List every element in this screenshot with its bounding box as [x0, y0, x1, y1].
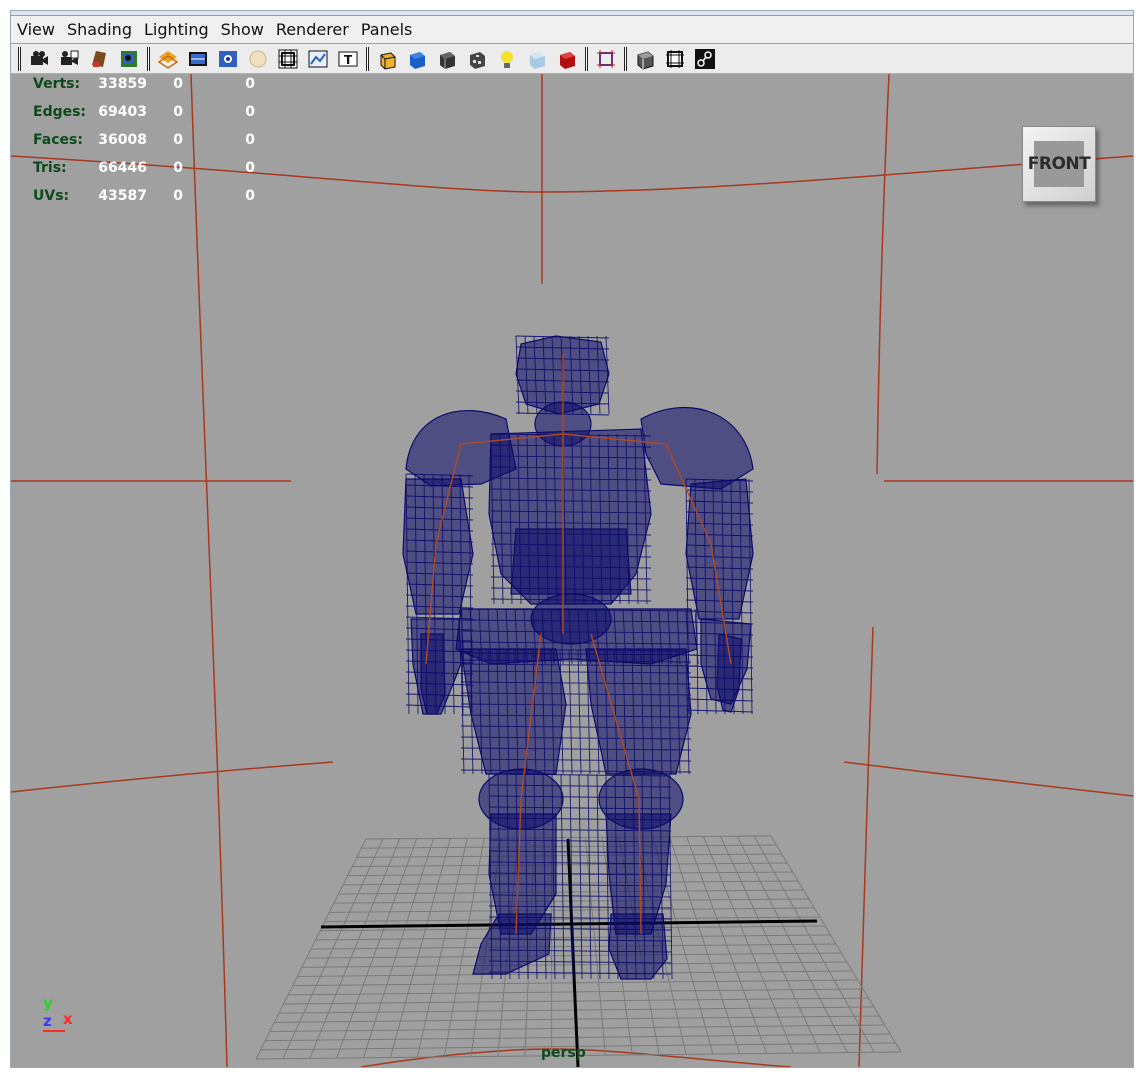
hud-value: 33859 — [98, 76, 147, 92]
wire-edge — [587, 773, 592, 980]
hud-value: 0 — [245, 188, 255, 204]
grid-axis-x — [320, 919, 818, 929]
hud-label: Faces: — [33, 132, 83, 148]
guide-line — [858, 626, 874, 1067]
toolbar-separator — [147, 46, 150, 71]
hud-value: 0 — [245, 104, 255, 120]
lock-camera-icon[interactable] — [56, 46, 82, 72]
axis-z-label: z — [43, 1012, 52, 1030]
shadows-icon[interactable] — [524, 46, 550, 72]
guide-line — [190, 74, 228, 1067]
toolbar-separator — [624, 46, 627, 71]
wire-edge — [577, 648, 582, 775]
view-cube-face-label[interactable]: FRONT — [1028, 141, 1091, 187]
menu-renderer[interactable]: Renderer — [270, 20, 355, 39]
hud-label: Verts: — [33, 76, 81, 92]
toolbar-separator — [585, 46, 588, 71]
hud-label: Edges: — [33, 104, 87, 120]
guide-line — [843, 761, 1133, 797]
use-all-lights-icon[interactable] — [494, 46, 520, 72]
toolbar-separator — [18, 46, 21, 71]
viewport-panel: View Shading Lighting Show Renderer Pane… — [10, 10, 1134, 1068]
hud-value: 0 — [173, 160, 183, 176]
perspective-viewport[interactable]: Verts: 33859 0 0 Edges: 69403 0 0 Faces:… — [11, 74, 1133, 1067]
hud-value: 0 — [173, 76, 183, 92]
scene-canvas — [11, 74, 1133, 1067]
xray-joints-icon[interactable] — [662, 46, 688, 72]
xray-icon[interactable] — [632, 46, 658, 72]
menu-view[interactable]: View — [11, 20, 61, 39]
menu-panels[interactable]: Panels — [355, 20, 419, 39]
hud-value: 0 — [173, 132, 183, 148]
grid-axes — [320, 838, 818, 1067]
select-camera-icon[interactable] — [26, 46, 52, 72]
hud-value: 66446 — [98, 160, 147, 176]
view-cube[interactable]: FRONT — [1022, 126, 1096, 202]
hud-value: 0 — [245, 160, 255, 176]
camera-attributes-icon[interactable] — [86, 46, 112, 72]
guide-line — [11, 761, 334, 793]
grease-pencil-icon[interactable] — [185, 46, 211, 72]
hud-value: 69403 — [98, 104, 147, 120]
hud-value: 0 — [173, 104, 183, 120]
smooth-shade-icon[interactable] — [404, 46, 430, 72]
gate-mask-icon[interactable] — [305, 46, 331, 72]
axis-x-label: x — [63, 1010, 73, 1028]
field-chart-icon[interactable]: T — [335, 46, 361, 72]
ground-grid — [255, 835, 902, 1060]
toolbar-separator — [366, 46, 369, 71]
axis-indicator: y z x — [41, 994, 91, 1044]
hud-value: 43587 — [98, 188, 147, 204]
ambient-occlusion-icon[interactable] — [554, 46, 580, 72]
svg-text:T: T — [344, 53, 353, 67]
grid-icon[interactable] — [215, 46, 241, 72]
hud-value: 0 — [173, 188, 183, 204]
two-d-pan-zoom-icon[interactable] — [155, 46, 181, 72]
hud-label: Tris: — [33, 160, 67, 176]
textured-icon[interactable] — [464, 46, 490, 72]
axis-y-label: y — [43, 994, 53, 1012]
panel-toolbar: T — [11, 44, 1133, 74]
wireframe-on-shaded-icon[interactable] — [434, 46, 460, 72]
xray-components-icon[interactable] — [692, 46, 718, 72]
camera-name-label: persp — [541, 1045, 586, 1061]
hud-value: 36008 — [98, 132, 147, 148]
isolate-select-icon[interactable] — [593, 46, 619, 72]
menu-lighting[interactable]: Lighting — [138, 20, 215, 39]
guide-line — [876, 74, 890, 475]
menu-show[interactable]: Show — [215, 20, 270, 39]
axis-x-line — [43, 1030, 65, 1032]
hud-value: 0 — [245, 76, 255, 92]
film-gate-icon[interactable] — [245, 46, 271, 72]
wire-edge — [578, 773, 583, 980]
wire-edge — [568, 648, 573, 775]
panel-menubar: View Shading Lighting Show Renderer Pane… — [11, 16, 1133, 43]
hud-value: 0 — [245, 132, 255, 148]
menu-shading[interactable]: Shading — [61, 20, 138, 39]
wireframe-icon[interactable] — [374, 46, 400, 72]
resolution-gate-icon[interactable] — [275, 46, 301, 72]
image-plane-icon[interactable] — [116, 46, 142, 72]
hud-label: UVs: — [33, 188, 70, 204]
